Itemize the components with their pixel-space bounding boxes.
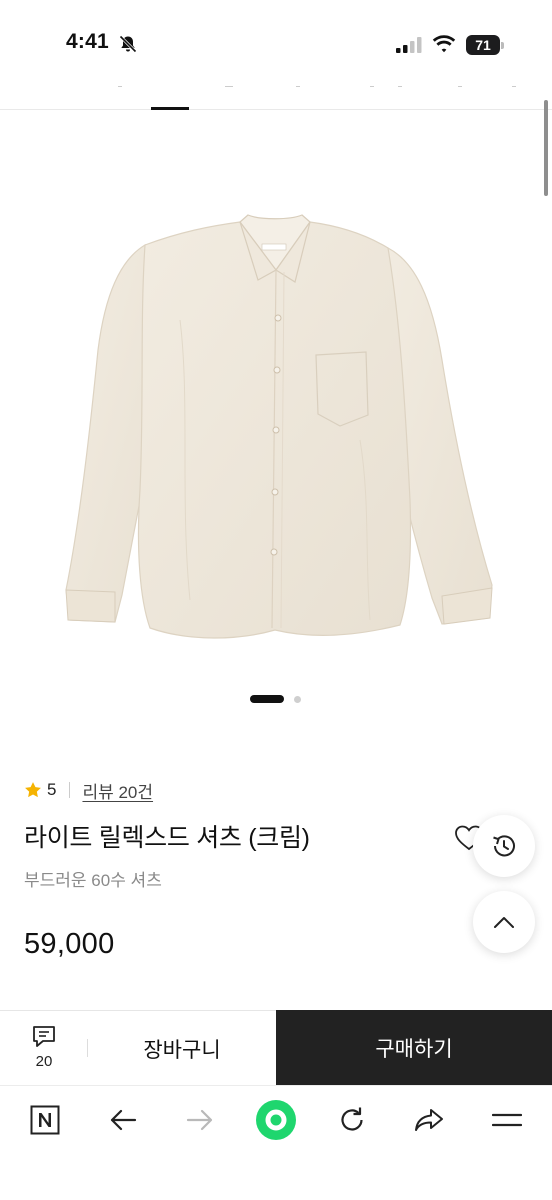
chevron-up-icon (494, 917, 514, 928)
rating-divider (69, 782, 71, 798)
naver-n-icon (30, 1105, 60, 1135)
add-to-cart-button[interactable]: 장바구니 (88, 1011, 276, 1086)
review-count-link[interactable]: 리뷰 20건 (82, 778, 153, 803)
product-price: 59,000 (24, 928, 115, 960)
product-title: 라이트 릴렉스드 셔츠 (크림) (24, 824, 310, 852)
scrollbar-thumb[interactable] (544, 100, 548, 196)
buy-now-button[interactable]: 구매하기 (276, 1010, 552, 1086)
purchase-bar: 20 장바구니 구매하기 (0, 1010, 552, 1086)
green-dot-button[interactable] (254, 1100, 298, 1140)
wifi-icon (432, 35, 456, 53)
product-image[interactable] (40, 200, 510, 660)
menu-button[interactable] (485, 1102, 529, 1138)
back-arrow-icon (110, 1109, 137, 1131)
forward-arrow-icon (186, 1109, 213, 1131)
qna-count: 20 (35, 1053, 53, 1070)
share-button[interactable] (407, 1102, 451, 1138)
history-icon (493, 835, 515, 857)
qna-button[interactable]: 20 (0, 1011, 88, 1086)
share-arrow-icon (415, 1109, 443, 1131)
green-dot-icon (256, 1100, 296, 1140)
rating-value: 5 (47, 780, 57, 799)
cellular-signal-icon (396, 37, 422, 53)
bell-muted-icon (119, 35, 137, 53)
status-bar: 4:41 71 (0, 0, 552, 84)
carousel-dot-active[interactable] (250, 695, 284, 703)
product-tab-strip[interactable] (0, 84, 552, 110)
battery-level: 71 (466, 35, 500, 55)
recent-history-button[interactable] (473, 815, 535, 877)
browser-toolbar (0, 1085, 552, 1200)
carousel-dot[interactable] (294, 696, 301, 703)
status-time: 4:41 (66, 30, 109, 53)
tab-active-indicator (151, 107, 189, 110)
product-subtitle: 부드러운 60수 셔츠 (24, 871, 162, 890)
star-icon (25, 782, 41, 798)
forward-button[interactable] (178, 1102, 222, 1138)
reload-icon (341, 1107, 363, 1131)
reload-button[interactable] (330, 1102, 374, 1138)
back-button[interactable] (101, 1102, 145, 1138)
menu-icon (492, 1113, 522, 1127)
rating-row: 5 리뷰 20건 (24, 778, 153, 802)
battery-indicator: 71 (466, 35, 504, 55)
scroll-to-top-button[interactable] (473, 891, 535, 953)
chat-bubble-icon (33, 1026, 55, 1047)
naver-home-button[interactable] (23, 1102, 67, 1138)
